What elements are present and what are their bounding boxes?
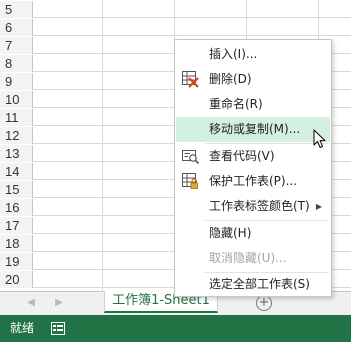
menu-item-label: 保护工作表(P)... (209, 174, 298, 188)
menu-item-rename[interactable]: 重命名(R) (176, 92, 330, 117)
grid-row[interactable]: 6 (0, 19, 351, 36)
row-header[interactable]: 7 (0, 37, 33, 54)
menu-item-delete[interactable]: 删除(D) (176, 67, 330, 92)
row-header[interactable]: 18 (0, 235, 33, 252)
row-header[interactable]: 13 (0, 145, 33, 162)
menu-item-label: 取消隐藏(U)... (209, 251, 287, 265)
menu-item-label: 工作表标签颜色(T) (209, 199, 310, 213)
grid-row[interactable]: 5 (0, 1, 351, 18)
status-ready-text: 就绪 (10, 321, 35, 335)
menu-item-select-all-sheets[interactable]: 选定全部工作表(S) (176, 272, 330, 297)
mouse-cursor-icon (313, 129, 327, 152)
menu-item-label: 删除(D) (209, 72, 252, 86)
row-header[interactable]: 11 (0, 109, 33, 126)
menu-item-label: 隐藏(H) (209, 226, 252, 240)
row-header[interactable]: 9 (0, 73, 33, 90)
view-code-icon (182, 148, 200, 168)
add-sheet-button[interactable]: + (256, 295, 272, 311)
row-header[interactable]: 20 (0, 271, 33, 288)
row-header[interactable]: 10 (0, 91, 33, 108)
menu-item-move-copy[interactable]: 移动或复制(M)... (176, 117, 330, 142)
menu-item-label: 查看代码(V) (209, 149, 275, 163)
macro-record-icon[interactable] (51, 322, 65, 338)
menu-item-label: 重命名(R) (209, 97, 263, 111)
row-header[interactable]: 6 (0, 19, 33, 36)
menu-item-label: 移动或复制(M)... (209, 122, 301, 136)
row-header[interactable]: 8 (0, 55, 33, 72)
menu-item-label: 选定全部工作表(S) (209, 277, 310, 291)
menu-item-label: 插入(I)... (209, 47, 258, 61)
sheet-context-menu: 插入(I)... 删除(D) 重命名(R) 移动或复制(M)... 查看代码(V… (174, 39, 332, 297)
menu-item-unhide: 取消隐藏(U)... (176, 246, 330, 271)
delete-sheet-icon (182, 71, 200, 91)
menu-item-protect-sheet[interactable]: 保护工作表(P)... (176, 169, 330, 194)
row-header[interactable]: 16 (0, 199, 33, 216)
submenu-arrow-icon: ▶ (315, 202, 322, 211)
status-bar: 就绪 (0, 315, 351, 342)
row-header[interactable]: 17 (0, 217, 33, 234)
scroll-tabs-right-icon[interactable]: ▶ (52, 296, 66, 310)
row-header[interactable]: 19 (0, 253, 33, 270)
protect-sheet-icon (182, 173, 200, 193)
menu-item-insert[interactable]: 插入(I)... (176, 42, 330, 67)
menu-item-tab-color[interactable]: 工作表标签颜色(T) ▶ (176, 194, 330, 219)
row-header[interactable]: 5 (0, 1, 33, 18)
row-header[interactable]: 14 (0, 163, 33, 180)
menu-item-hide[interactable]: 隐藏(H) (176, 221, 330, 246)
row-header[interactable]: 12 (0, 127, 33, 144)
menu-item-view-code[interactable]: 查看代码(V) (176, 144, 330, 169)
scroll-tabs-left-icon[interactable]: ◀ (24, 296, 38, 310)
row-header[interactable]: 15 (0, 181, 33, 198)
